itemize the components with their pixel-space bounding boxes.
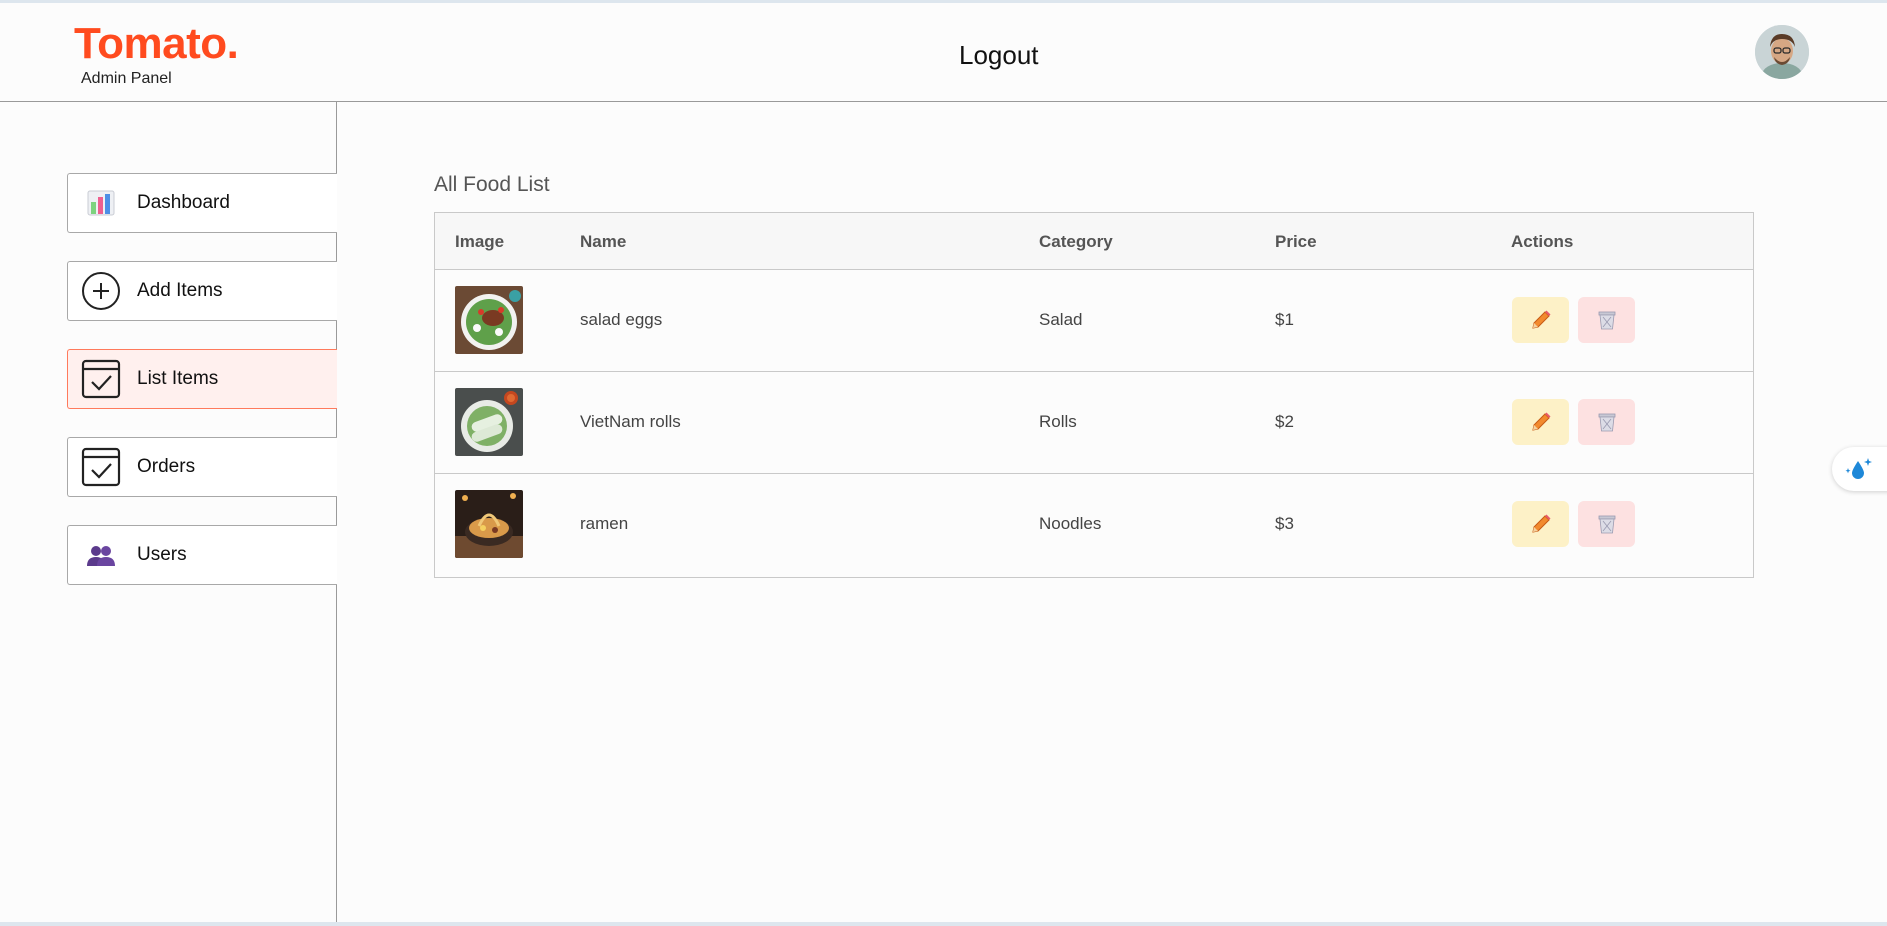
food-category: Noodles: [1039, 514, 1102, 533]
delete-button[interactable]: [1578, 501, 1635, 547]
calendar-check-icon: [81, 447, 121, 487]
column-header-price: Price: [1275, 232, 1317, 251]
sidebar-item-users[interactable]: Users: [67, 525, 337, 585]
app-logo[interactable]: Tomato.: [74, 22, 239, 66]
column-header-image: Image: [455, 232, 505, 251]
salad-image: [455, 286, 523, 354]
edit-button[interactable]: [1512, 501, 1569, 547]
sidebar-item-label: Add Items: [137, 280, 223, 301]
water-drop-sparkle-icon: [1845, 458, 1872, 479]
delete-button[interactable]: [1578, 297, 1635, 343]
food-list-table: Image Name Category Price Actions salad …: [434, 212, 1754, 578]
sidebar-item-label: List Items: [137, 368, 219, 389]
floating-assistant-button[interactable]: [1832, 447, 1887, 491]
table-row: VietNam rolls Rolls $2: [435, 372, 1753, 474]
bar-chart-icon: [81, 183, 121, 223]
food-category: Salad: [1039, 310, 1083, 329]
food-category: Rolls: [1039, 412, 1077, 431]
sidebar-item-label: Orders: [137, 456, 196, 477]
logo-subtitle: Admin Panel: [81, 70, 172, 87]
profile-photo-icon: [1755, 25, 1809, 79]
sidebar-item-label: Dashboard: [137, 192, 230, 213]
column-header-actions: Actions: [1511, 232, 1574, 251]
users-icon: [81, 535, 121, 575]
sidebar: Dashboard Add Items List Items Orders Us…: [0, 102, 337, 922]
sidebar-item-orders[interactable]: Orders: [67, 437, 337, 497]
sidebar-item-dashboard[interactable]: Dashboard: [67, 173, 337, 233]
column-header-category: Category: [1039, 232, 1113, 251]
sidebar-item-list-items[interactable]: List Items: [67, 349, 337, 409]
food-name: salad eggs: [580, 310, 663, 329]
pencil-icon: [1531, 412, 1550, 431]
sidebar-item-label: Users: [137, 544, 187, 565]
ramen-image: [455, 490, 523, 558]
pencil-icon: [1531, 514, 1550, 533]
trash-icon: [1598, 413, 1615, 432]
pencil-icon: [1531, 310, 1550, 329]
edit-button[interactable]: [1512, 297, 1569, 343]
food-price: $1: [1275, 310, 1294, 329]
food-price: $2: [1275, 412, 1294, 431]
food-price: $3: [1275, 514, 1294, 533]
avatar[interactable]: [1755, 25, 1809, 79]
table-row: ramen Noodles $3: [435, 474, 1753, 576]
page-title: All Food List: [434, 173, 550, 196]
rolls-image: [455, 388, 523, 456]
food-name: ramen: [580, 514, 629, 533]
food-name: VietNam rolls: [580, 412, 681, 431]
delete-button[interactable]: [1578, 399, 1635, 445]
plus-circle-icon: [81, 271, 121, 311]
calendar-check-icon: [81, 359, 121, 399]
trash-icon: [1598, 515, 1615, 534]
column-header-name: Name: [580, 232, 627, 251]
table-row: salad eggs Salad $1: [435, 270, 1753, 372]
table-header: Image Name Category Price Actions: [435, 213, 1753, 270]
edit-button[interactable]: [1512, 399, 1569, 445]
app-window: Tomato. Admin Panel Logout Dashboard Add…: [0, 3, 1887, 922]
logout-button[interactable]: Logout: [959, 40, 1039, 71]
top-navbar: Tomato. Admin Panel Logout: [0, 3, 1887, 102]
sidebar-item-add-items[interactable]: Add Items: [67, 261, 337, 321]
trash-icon: [1598, 311, 1615, 330]
